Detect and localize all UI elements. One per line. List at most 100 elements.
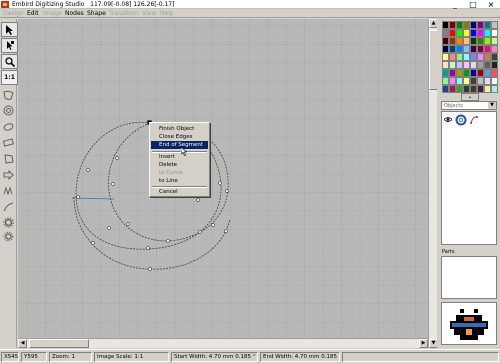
color-swatch[interactable] xyxy=(463,37,470,45)
color-swatch[interactable] xyxy=(470,37,477,45)
color-swatch[interactable] xyxy=(442,69,449,77)
color-swatch[interactable] xyxy=(463,61,470,69)
menu-nodes[interactable]: Nodes xyxy=(65,9,84,18)
color-swatch[interactable] xyxy=(491,61,498,69)
color-swatch[interactable] xyxy=(477,29,484,37)
color-swatch[interactable] xyxy=(463,29,470,37)
line-tool-icon[interactable] xyxy=(1,200,16,213)
color-swatch[interactable] xyxy=(449,85,456,93)
color-swatch[interactable] xyxy=(477,53,484,61)
color-swatch[interactable] xyxy=(442,85,449,93)
drawing-canvas[interactable] xyxy=(18,19,428,338)
scale-1-1-button[interactable]: 1:1 xyxy=(1,70,18,85)
color-swatch[interactable] xyxy=(463,45,470,53)
color-swatch[interactable] xyxy=(491,53,498,61)
color-swatch[interactable] xyxy=(477,61,484,69)
color-swatch[interactable] xyxy=(456,29,463,37)
color-swatch[interactable] xyxy=(470,77,477,85)
color-swatch[interactable] xyxy=(442,77,449,85)
node-object-icon[interactable] xyxy=(469,115,479,124)
color-swatch[interactable] xyxy=(449,45,456,53)
gear-small-icon[interactable] xyxy=(1,230,16,243)
horizontal-scrollbar[interactable]: ◀ ▶ xyxy=(18,338,428,348)
arrow-shape-icon[interactable] xyxy=(1,168,16,181)
color-swatch[interactable] xyxy=(477,37,484,45)
color-swatch[interactable] xyxy=(463,77,470,85)
menu-item-close-edges[interactable]: Close Edges xyxy=(151,133,208,141)
spiral-object-icon[interactable] xyxy=(455,114,467,126)
scroll-left-button[interactable]: ◀ xyxy=(18,339,27,348)
color-swatch[interactable] xyxy=(491,77,498,85)
color-swatch[interactable] xyxy=(484,37,491,45)
color-swatch[interactable] xyxy=(470,85,477,93)
app-icon[interactable] xyxy=(1,1,9,8)
select-arrow-icon[interactable] xyxy=(1,22,18,37)
menu-help[interactable]: Help xyxy=(160,9,174,18)
gear-icon[interactable] xyxy=(1,216,16,229)
color-swatch[interactable] xyxy=(449,61,456,69)
color-swatch[interactable] xyxy=(491,21,498,29)
minimize-button[interactable]: _ xyxy=(446,0,464,9)
parts-panel[interactable] xyxy=(441,256,497,299)
chevron-down-icon[interactable]: ▼ xyxy=(488,102,496,109)
color-swatch[interactable] xyxy=(456,53,463,61)
color-swatch[interactable] xyxy=(463,85,470,93)
horizontal-scroll-thumb[interactable] xyxy=(29,339,89,348)
color-swatch[interactable] xyxy=(484,69,491,77)
color-swatch[interactable] xyxy=(470,29,477,37)
color-swatch[interactable] xyxy=(456,21,463,29)
menu-item-to-line[interactable]: to Line xyxy=(151,177,208,185)
color-swatch[interactable] xyxy=(442,45,449,53)
color-swatch[interactable] xyxy=(484,61,491,69)
color-swatch[interactable] xyxy=(491,85,498,93)
color-swatch[interactable] xyxy=(449,21,456,29)
ellipse-tool-icon[interactable] xyxy=(1,120,16,133)
shape-outline-icon[interactable] xyxy=(1,88,16,101)
vertical-scrollbar[interactable]: ▲ ▼ xyxy=(428,19,438,348)
color-swatch[interactable] xyxy=(491,29,498,37)
polygon-tool-icon[interactable] xyxy=(1,152,16,165)
menu-item-finish-object[interactable]: Finish Object xyxy=(151,125,208,133)
menu-design[interactable]: Design xyxy=(3,9,24,18)
color-swatch[interactable] xyxy=(470,53,477,61)
palette-dropdown-button[interactable]: ⌄ xyxy=(461,93,479,101)
color-swatch[interactable] xyxy=(442,37,449,45)
menu-item-end-of-segment[interactable]: End of Segment xyxy=(151,141,208,149)
color-swatch[interactable] xyxy=(456,77,463,85)
color-swatch[interactable] xyxy=(470,45,477,53)
color-swatch[interactable] xyxy=(491,69,498,77)
menu-image[interactable]: Image xyxy=(43,9,62,18)
color-swatch[interactable] xyxy=(491,37,498,45)
scroll-right-button[interactable]: ▶ xyxy=(419,339,428,348)
color-swatch[interactable] xyxy=(449,29,456,37)
maximize-button[interactable]: □ xyxy=(464,0,482,9)
title-bar[interactable]: Embird Digitizing Studio 117.09[-0.08] 1… xyxy=(0,0,500,9)
color-swatch[interactable] xyxy=(449,69,456,77)
circle-tool-icon[interactable] xyxy=(1,104,16,117)
object-selector[interactable]: Objects ▼ xyxy=(441,101,497,110)
color-swatch[interactable] xyxy=(463,69,470,77)
zigzag-tool-icon[interactable] xyxy=(1,184,16,197)
color-swatch[interactable] xyxy=(477,21,484,29)
color-swatch[interactable] xyxy=(442,21,449,29)
menu-view[interactable]: View xyxy=(142,9,156,18)
menu-item-to-curve[interactable]: to Curve xyxy=(151,169,208,177)
rectangle-tool-icon[interactable] xyxy=(1,136,16,149)
color-swatch[interactable] xyxy=(484,29,491,37)
menu-item-insert[interactable]: Insert xyxy=(151,153,208,161)
color-swatch[interactable] xyxy=(456,61,463,69)
menu-item-cancel[interactable]: Cancel xyxy=(151,188,208,196)
menu-edit[interactable]: Edit xyxy=(27,9,39,18)
color-swatch[interactable] xyxy=(456,85,463,93)
color-swatch[interactable] xyxy=(477,77,484,85)
color-swatch[interactable] xyxy=(463,21,470,29)
menu-transform[interactable]: Transform xyxy=(109,9,139,18)
color-swatch[interactable] xyxy=(456,69,463,77)
color-swatch[interactable] xyxy=(484,21,491,29)
object-list[interactable] xyxy=(441,111,497,245)
menu-item-delete[interactable]: Delete xyxy=(151,161,208,169)
zoom-icon[interactable] xyxy=(1,54,18,69)
color-swatch[interactable] xyxy=(442,53,449,61)
color-swatch[interactable] xyxy=(442,61,449,69)
color-swatch[interactable] xyxy=(449,37,456,45)
